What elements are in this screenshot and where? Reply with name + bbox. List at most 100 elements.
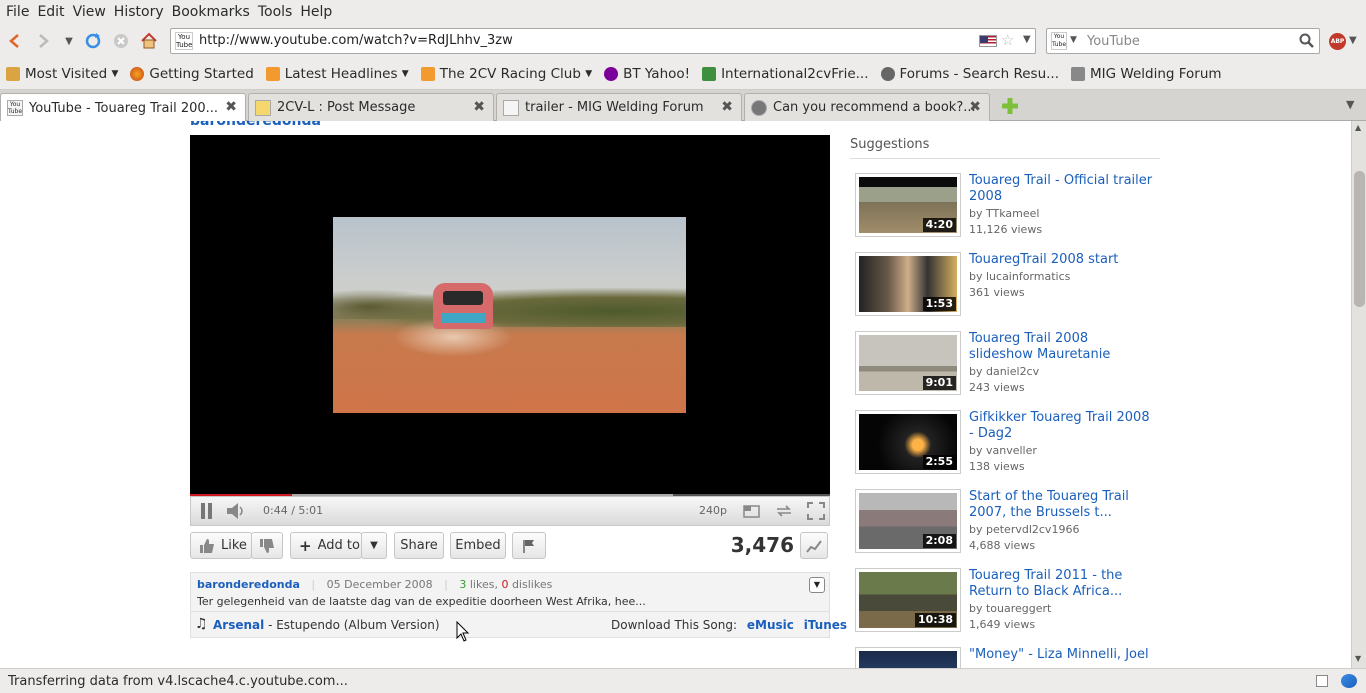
embed-button[interactable]: Embed [450,532,506,559]
menu-bookmarks[interactable]: Bookmarks [172,4,250,20]
info-line: baronderedonda | 05 December 2008 | 3 li… [197,578,553,591]
youtube-search-engine-icon[interactable]: You Tube [1051,32,1067,50]
bookmark-forums-search[interactable]: Forums - Search Resu... [880,66,1059,82]
tab-mig-welding[interactable]: trailer - MIG Welding Forum ✖ [496,93,742,121]
fullscreen-icon[interactable] [807,502,825,520]
suggestion-thumbnail[interactable]: 1:53 [855,252,961,316]
forum-icon [880,67,895,81]
search-bar[interactable]: You Tube ▼ YouTube [1046,28,1320,54]
scroll-down-arrow-icon[interactable]: ▼ [1355,654,1361,663]
menu-history[interactable]: History [114,4,164,20]
song-artist-link[interactable]: Arsenal [213,618,264,632]
tab-2cv-l[interactable]: 2CV-L : Post Message ✖ [248,93,494,121]
player-controls: 0:44 / 5:01 240p [190,496,830,526]
suggestion-title[interactable]: Touareg Trail - Official trailer 2008 [969,173,1154,205]
expand-description-button[interactable]: ▼ [809,577,825,593]
engine-dropdown-icon[interactable]: ▼ [1070,35,1077,45]
forward-button[interactable] [34,32,52,50]
suggestion-item[interactable]: 9:01 Touareg Trail 2008 slideshow Mauret… [855,331,1155,401]
bookmark-most-visited[interactable]: Most Visited ▼ [6,66,118,82]
new-tab-button[interactable] [1000,96,1020,116]
tab-list-dropdown-icon[interactable]: ▼ [1346,98,1354,111]
add-to-button[interactable]: + Add to [290,532,362,559]
uploader-header-cut[interactable]: baronderedonda [190,121,321,125]
pause-button[interactable] [199,503,213,519]
search-icon[interactable] [1299,33,1315,49]
volume-icon[interactable] [225,502,247,520]
bookmark-international2cv[interactable]: International2cvFrie... [702,66,869,82]
suggestion-title[interactable]: TouaregTrail 2008 start [969,252,1154,268]
close-tab-icon[interactable]: ✖ [721,99,733,115]
stats-button[interactable] [800,532,828,559]
suggestion-item[interactable]: 4:20 Touareg Trail - Official trailer 20… [855,173,1155,243]
likes-label: likes, [469,578,498,591]
quality-selector[interactable]: 240p [699,504,727,517]
scroll-up-arrow-icon[interactable]: ▲ [1355,123,1361,132]
view-count: 3,476 [730,533,794,557]
uploader-link[interactable]: baronderedonda [197,578,300,591]
video-frame[interactable] [333,217,686,413]
suggestion-title[interactable]: Start of the Touareg Trail 2007, the Bru… [969,489,1154,521]
suggestion-title[interactable]: Gifkikker Touareg Trail 2008 - Dag2 [969,410,1154,442]
close-tab-icon[interactable]: ✖ [969,99,981,115]
bookmark-mig-welding[interactable]: MIG Welding Forum [1071,66,1222,82]
share-button[interactable]: Share [394,532,444,559]
loop-icon[interactable] [775,503,793,519]
bookmark-getting-started[interactable]: Getting Started [130,66,254,82]
adblock-icon[interactable]: ABP [1329,33,1346,50]
suggestion-item[interactable]: 10:38 Touareg Trail 2011 - the Return to… [855,568,1155,638]
dislike-button[interactable] [251,532,283,559]
suggestion-item[interactable]: "Money" - Liza Minnelli, Joel [855,647,1155,668]
suggestion-item[interactable]: 2:08 Start of the Touareg Trail 2007, th… [855,489,1155,559]
itunes-link[interactable]: iTunes [804,618,847,632]
page-scrollbar[interactable]: ▲ ▼ [1351,121,1366,668]
stop-icon [114,34,128,48]
suggestion-thumbnail[interactable] [855,647,961,668]
suggestion-item[interactable]: 2:55 Gifkikker Touareg Trail 2008 - Dag2… [855,410,1155,480]
suggestion-item[interactable]: 1:53 TouaregTrail 2008 start by lucainfo… [855,252,1155,322]
popout-icon[interactable] [743,503,761,519]
menu-edit[interactable]: Edit [37,4,64,20]
page-icon[interactable] [1316,675,1328,687]
scrollbar-thumb[interactable] [1354,171,1365,307]
bookmark-latest-headlines[interactable]: Latest Headlines ▼ [265,66,409,82]
suggestion-thumbnail[interactable]: 2:55 [855,410,961,474]
network-icon[interactable] [1341,674,1357,688]
suggestion-thumbnail[interactable]: 2:08 [855,489,961,553]
suggestion-thumbnail[interactable]: 10:38 [855,568,961,632]
add-to-dropdown-button[interactable]: ▼ [361,532,387,559]
bookmark-2cv-racing-club[interactable]: The 2CV Racing Club ▼ [420,66,592,82]
history-dropdown-button[interactable]: ▼ [60,32,78,50]
home-button[interactable] [140,32,158,50]
url-dropdown-icon[interactable]: ▼ [1023,34,1031,45]
video-player[interactable] [190,135,830,497]
like-button[interactable]: Like [190,532,252,559]
back-button[interactable] [6,32,24,50]
bookmark-bt-yahoo[interactable]: BT Yahoo! [604,66,690,82]
close-tab-icon[interactable]: ✖ [225,99,237,115]
adblock-dropdown-icon[interactable]: ▼ [1349,35,1357,46]
suggestion-thumbnail[interactable]: 4:20 [855,173,961,237]
tab-recommend-book[interactable]: Can you recommend a book?... ✖ [744,93,990,121]
url-text[interactable]: http://www.youtube.com/watch?v=RdJLhhv_3… [199,33,513,48]
tab-youtube[interactable]: You Tube YouTube - Touareg Trail 200... ✖ [0,93,246,122]
reload-button[interactable] [84,32,102,50]
menu-view[interactable]: View [73,4,106,20]
suggestion-title[interactable]: Touareg Trail 2008 slideshow Mauretanie [969,331,1154,363]
bookmark-star-icon[interactable]: ☆ [1001,31,1014,49]
suggestion-title[interactable]: "Money" - Liza Minnelli, Joel [969,647,1154,663]
menu-help[interactable]: Help [300,4,332,20]
emusic-link[interactable]: eMusic [747,618,794,632]
status-bar: Transferring data from v4.lscache4.c.you… [0,668,1366,693]
menu-tools[interactable]: Tools [258,4,293,20]
flag-button[interactable] [512,532,546,559]
close-tab-icon[interactable]: ✖ [473,99,485,115]
url-bar[interactable]: You Tube http://www.youtube.com/watch?v=R… [170,28,1036,54]
suggestion-views: 243 views [969,381,1025,394]
menu-file[interactable]: File [6,4,29,20]
suggestion-title[interactable]: Touareg Trail 2011 - the Return to Black… [969,568,1154,600]
suggestion-thumbnail[interactable]: 9:01 [855,331,961,395]
search-input[interactable]: YouTube [1087,34,1140,49]
chevron-down-icon: ▼ [813,580,821,589]
stop-button[interactable] [112,32,130,50]
